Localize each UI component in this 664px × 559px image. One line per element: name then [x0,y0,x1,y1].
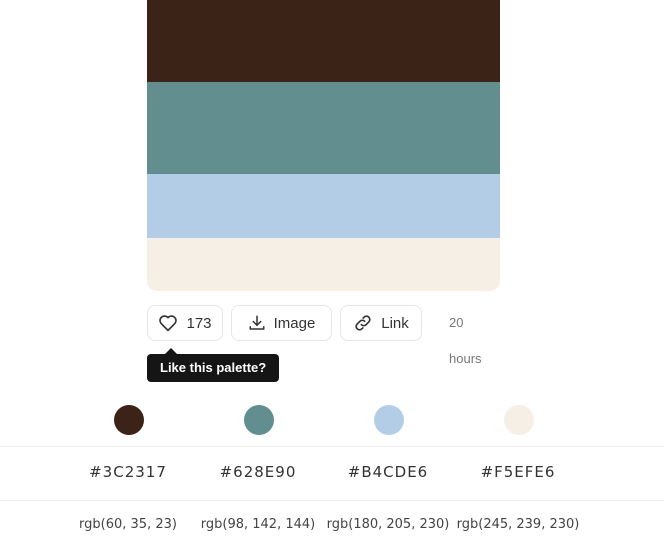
link-button-label: Link [381,314,409,332]
palette-preview[interactable] [147,0,500,291]
link-icon [353,313,373,333]
download-icon [248,314,266,332]
rgb-value[interactable]: rgb(180, 205, 230) [323,517,453,532]
swatch-4[interactable] [147,238,500,291]
divider [0,446,664,447]
swatch-1[interactable] [147,0,500,82]
color-dot-2[interactable] [244,405,274,435]
swatch-3[interactable] [147,174,500,238]
heart-icon [158,314,178,332]
rgb-value[interactable]: rgb(98, 142, 144) [193,517,323,532]
swatch-2[interactable] [147,82,500,174]
hex-value[interactable]: #3C2317 [63,463,193,481]
hex-value[interactable]: #F5EFE6 [453,463,583,481]
rgb-value[interactable]: rgb(245, 239, 230) [453,517,583,532]
link-button[interactable]: Link [340,305,422,341]
color-dot-1[interactable] [114,405,144,435]
divider [0,500,664,501]
hex-value[interactable]: #B4CDE6 [323,463,453,481]
like-tooltip: Like this palette? [147,348,280,382]
color-dot-4[interactable] [504,405,534,435]
hex-value[interactable]: #628E90 [193,463,323,481]
like-count: 173 [186,314,212,332]
like-button[interactable]: 173 [147,305,223,341]
color-dot-3[interactable] [374,405,404,435]
rgb-value[interactable]: rgb(60, 35, 23) [63,517,193,532]
published-time: 20 hours [449,315,482,366]
image-button-label: Image [273,314,316,332]
image-button[interactable]: Image [231,305,332,341]
